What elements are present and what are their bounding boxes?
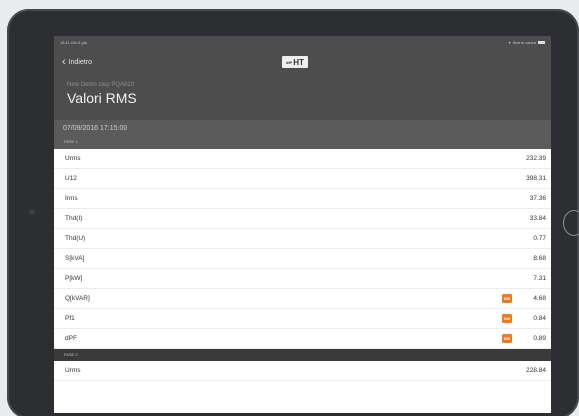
tablet-frame: 16:11 Gio 8 giu ▾ Non in carica ‹ Indiet… bbox=[7, 9, 579, 416]
measurement-value-group: 33.84 bbox=[524, 215, 546, 222]
measurement-value-group: 0.77 bbox=[524, 235, 546, 242]
measurement-row[interactable]: S[kVA] 8.68 bbox=[54, 249, 551, 269]
measurement-label: dPF bbox=[65, 335, 77, 342]
measurement-value: 0.84 bbox=[533, 315, 546, 322]
navigation-bar: ‹ Indietro dlP HT bbox=[54, 49, 551, 75]
measurement-value-group: 228.84 bbox=[524, 367, 546, 374]
measurement-row[interactable]: P[kW] 7.31 bbox=[54, 269, 551, 289]
back-label: Indietro bbox=[68, 58, 93, 66]
status-indicators: ▾ Non in carica bbox=[509, 40, 545, 45]
measurement-value-group: IND 4.68 bbox=[502, 294, 546, 303]
measurement-label: Irms bbox=[65, 195, 78, 202]
chevron-left-icon: ‹ bbox=[62, 55, 66, 68]
section-rows: Urms 232.39 U12 398.31 Irms 37.36 Thd(I) 33.84 T… bbox=[54, 149, 551, 349]
page-subtitle: New Demo step PQA820 bbox=[67, 82, 135, 88]
measurement-value: 7.31 bbox=[533, 275, 546, 282]
measurement-row[interactable]: Q[kVAR] IND 4.68 bbox=[54, 289, 551, 309]
measurement-label: Urms bbox=[65, 155, 81, 162]
battery-icon bbox=[538, 40, 545, 45]
measurement-row[interactable]: Urms 232.39 bbox=[54, 149, 551, 169]
section-header: FASE 1 bbox=[54, 135, 551, 149]
measurements-list: FASE 1 Urms 232.39 U12 398.31 Irms 37.36 Thd(I)… bbox=[54, 135, 551, 381]
measurement-value: 398.31 bbox=[526, 175, 546, 182]
measurement-label: U12 bbox=[65, 175, 77, 182]
section-rows: Urms 228.84 bbox=[54, 361, 551, 381]
measurement-label: S[kVA] bbox=[65, 255, 85, 262]
page-title: Valori RMS bbox=[67, 90, 137, 106]
measurement-label: P[kW] bbox=[65, 275, 83, 282]
measurement-value: 232.39 bbox=[526, 155, 546, 162]
back-button[interactable]: ‹ Indietro bbox=[62, 55, 93, 68]
measurement-value: 33.84 bbox=[529, 215, 546, 222]
measurement-value: 0.77 bbox=[533, 235, 546, 242]
measurement-value: 8.68 bbox=[533, 255, 546, 262]
charging-status: Non in carica bbox=[512, 40, 536, 45]
measurement-value: 0.89 bbox=[533, 335, 546, 342]
measurement-value: 228.84 bbox=[526, 367, 546, 374]
measurement-value-group: 398.31 bbox=[524, 175, 546, 182]
status-time: 16:11 Gio 8 giu bbox=[60, 40, 87, 45]
measurement-row[interactable]: dPF IND 0.89 bbox=[54, 329, 551, 349]
timestamp-bar: 07/09/2016 17:15:00 bbox=[54, 120, 551, 135]
measurement-row[interactable]: U12 398.31 bbox=[54, 169, 551, 189]
camera-icon bbox=[29, 209, 35, 215]
section-header: FASE 2 bbox=[54, 349, 551, 361]
measurement-row[interactable]: Thd(U) 0.77 bbox=[54, 229, 551, 249]
measurement-label: Pf1 bbox=[65, 315, 75, 322]
measurement-row[interactable]: Thd(I) 33.84 bbox=[54, 209, 551, 229]
inductive-badge-icon: IND bbox=[502, 294, 512, 303]
inductive-badge-icon: IND bbox=[502, 334, 512, 343]
wifi-icon: ▾ bbox=[508, 40, 511, 45]
inductive-badge-icon: IND bbox=[502, 314, 512, 323]
measurement-value-group: 232.39 bbox=[524, 155, 546, 162]
measurement-value: 37.36 bbox=[529, 195, 546, 202]
measurement-label: Thd(U) bbox=[65, 235, 86, 242]
measurement-value-group: IND 0.89 bbox=[502, 334, 546, 343]
measurement-row[interactable]: Pf1 IND 0.84 bbox=[54, 309, 551, 329]
measurement-label: Urms bbox=[65, 367, 81, 374]
measurement-value: 4.68 bbox=[533, 295, 546, 302]
page-header: New Demo step PQA820 Valori RMS bbox=[54, 75, 551, 120]
measurement-label: Thd(I) bbox=[65, 215, 83, 222]
app-screen: 16:11 Gio 8 giu ▾ Non in carica ‹ Indiet… bbox=[54, 36, 551, 413]
measurement-value-group: 37.36 bbox=[524, 195, 546, 202]
home-button[interactable] bbox=[563, 210, 579, 236]
status-bar: 16:11 Gio 8 giu ▾ Non in carica bbox=[54, 36, 551, 49]
measurement-row[interactable]: Urms 228.84 bbox=[54, 361, 551, 381]
measurement-value-group: 7.31 bbox=[524, 275, 546, 282]
ht-logo: dlP HT bbox=[282, 56, 308, 68]
measurement-value-group: 8.68 bbox=[524, 255, 546, 262]
measurement-row[interactable]: Irms 37.36 bbox=[54, 189, 551, 209]
measurement-label: Q[kVAR] bbox=[65, 295, 90, 302]
measurement-value-group: IND 0.84 bbox=[502, 314, 546, 323]
